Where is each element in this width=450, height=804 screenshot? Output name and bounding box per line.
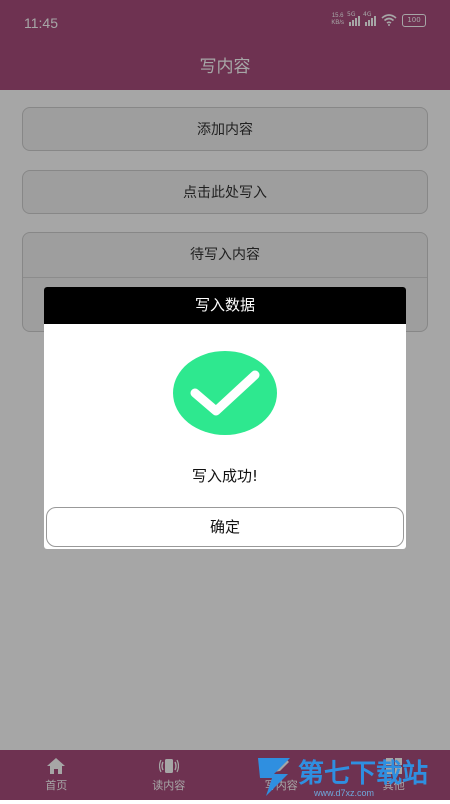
dialog-message: 写入成功! (44, 465, 406, 486)
write-result-dialog: 写入数据 写入成功! 确定 (44, 287, 406, 549)
watermark-graphic: 第七下载站 www.d7xz.com (254, 750, 450, 800)
dialog-title: 写入数据 (44, 287, 406, 324)
svg-text:第七下载站: 第七下载站 (298, 758, 428, 788)
check-circle-icon (173, 351, 277, 435)
watermark-logo: 第七下载站 www.d7xz.com (254, 750, 450, 800)
confirm-button[interactable]: 确定 (46, 507, 404, 547)
svg-text:www.d7xz.com: www.d7xz.com (313, 788, 374, 798)
